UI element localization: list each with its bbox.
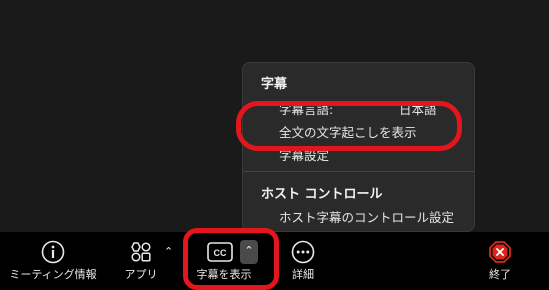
host-controls-heading: ホスト コントロール [261, 187, 383, 202]
apps-label: アプリ [124, 268, 158, 281]
end-button[interactable]: 終了 [478, 232, 522, 290]
captions-chevron-up-icon[interactable]: ⌃ [240, 240, 258, 264]
more-icon [291, 240, 315, 268]
info-icon [41, 240, 65, 268]
end-label: 終了 [489, 268, 511, 281]
apps-button[interactable]: アプリ [112, 232, 170, 290]
end-icon [488, 240, 512, 268]
meeting-window: 字幕 字幕言語: 日本語 › 全文の文字起こしを表示 字幕設定 ホスト コントロ… [0, 0, 549, 290]
details-button[interactable]: 詳細 [280, 232, 326, 290]
full-transcript-item[interactable]: 全文の文字起こしを表示 [279, 122, 417, 141]
caption-language-item[interactable]: 字幕言語: 日本語 › [279, 98, 451, 118]
host-caption-control-item[interactable]: ホスト字幕のコントロール設定 [279, 207, 454, 226]
caption-language-value: 日本語 [399, 102, 437, 117]
meeting-info-button[interactable]: ミーティング情報 [0, 232, 106, 290]
meeting-info-label: ミーティング情報 [9, 268, 97, 281]
menu-divider [243, 171, 474, 172]
captions-heading: 字幕 [261, 77, 288, 92]
captions-menu: 字幕 字幕言語: 日本語 › 全文の文字起こしを表示 字幕設定 ホスト コントロ… [242, 62, 475, 232]
caption-settings-item[interactable]: 字幕設定 [279, 145, 329, 164]
show-captions-label: 字幕を表示 [196, 268, 252, 281]
apps-chevron-up-icon[interactable]: ⌃ [164, 245, 173, 258]
svg-text:CC: CC [214, 248, 227, 258]
cc-icon: CC [207, 242, 233, 266]
details-label: 詳細 [292, 268, 314, 281]
apps-icon [129, 240, 153, 268]
caption-language-label: 字幕言語: [279, 102, 334, 117]
chevron-right-icon: › [447, 98, 452, 111]
